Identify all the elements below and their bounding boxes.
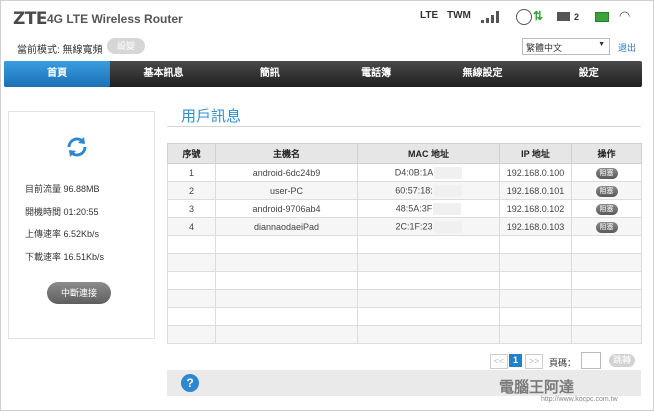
watermark-url: http://www.kocpc.com.tw bbox=[541, 396, 618, 403]
row-action: 阻塞 bbox=[571, 181, 642, 200]
table-row-empty bbox=[167, 307, 642, 326]
row-action: 阻塞 bbox=[571, 163, 642, 182]
tab-home[interactable]: 首頁 bbox=[4, 61, 111, 87]
help-icon[interactable]: ? bbox=[181, 374, 199, 392]
tab-basic-info[interactable]: 基本訊息 bbox=[110, 61, 216, 87]
row-ip: 192.168.0.101 bbox=[499, 181, 572, 200]
col-mac: MAC 地址 bbox=[357, 143, 500, 164]
upload-rate: 上傳速率 6.52Kb/s bbox=[25, 229, 100, 239]
tab-settings[interactable]: 設定 bbox=[536, 61, 642, 87]
table-row: 1 android-6dc24b9 D4:0B:1A 192.168.0.100… bbox=[167, 163, 642, 182]
router-admin-window: ZTE 4G LTE Wireless Router LTE TWM ⇅ 2 ◠… bbox=[0, 0, 654, 411]
row-no: 3 bbox=[167, 199, 216, 218]
disconnect-button[interactable]: 中斷連接 bbox=[47, 282, 111, 304]
redacted-mac bbox=[433, 220, 462, 233]
row-mac: 48:5A:3F bbox=[357, 199, 500, 218]
current-page[interactable]: 1 bbox=[509, 354, 522, 367]
col-action: 操作 bbox=[571, 143, 642, 164]
zte-logo: ZTE bbox=[13, 9, 48, 29]
table-row: 2 user-PC 60:57:18: 192.168.0.101 阻塞 bbox=[167, 181, 642, 200]
change-mode-button[interactable]: 設變 bbox=[107, 38, 145, 54]
traffic-stat: 目前流量 96.88MB bbox=[25, 184, 100, 194]
sms-count: 2 bbox=[574, 12, 580, 22]
tab-phonebook[interactable]: 電話簿 bbox=[323, 61, 429, 87]
mac-value: 2C:1F:23 bbox=[395, 220, 433, 231]
carrier-name: TWM bbox=[447, 10, 471, 21]
row-mac: 2C:1F:23 bbox=[357, 217, 500, 236]
current-mode: 當前模式: 無線寬頻 bbox=[17, 45, 103, 56]
block-button[interactable]: 阻塞 bbox=[595, 221, 618, 233]
redacted-mac bbox=[433, 184, 462, 197]
page-label: 頁碼： bbox=[549, 358, 577, 368]
row-mac: D4:0B:1A bbox=[357, 163, 500, 182]
table-row: 3 android-9706ab4 48:5A:3F 192.168.0.102… bbox=[167, 199, 642, 218]
product-name: 4G LTE Wireless Router bbox=[47, 12, 183, 26]
row-action: 阻塞 bbox=[571, 199, 642, 218]
row-ip: 192.168.0.103 bbox=[499, 217, 572, 236]
language-value: 繁體中文 bbox=[526, 43, 563, 53]
row-no: 4 bbox=[167, 217, 216, 236]
wifi-icon: ◠ bbox=[619, 8, 631, 23]
users-table: 序號 主機名 MAC 地址 IP 地址 操作 1 android-6dc24b9… bbox=[167, 143, 642, 344]
mac-value: D4:0B:1A bbox=[394, 166, 434, 177]
col-host: 主機名 bbox=[215, 143, 358, 164]
row-ip: 192.168.0.102 bbox=[499, 199, 572, 218]
table-row-empty bbox=[167, 289, 642, 308]
row-no: 1 bbox=[167, 163, 216, 182]
row-action: 阻塞 bbox=[571, 217, 642, 236]
redacted-mac bbox=[434, 166, 463, 179]
mail-icon[interactable] bbox=[557, 12, 570, 21]
block-button[interactable]: 阻塞 bbox=[595, 167, 618, 179]
main-nav: 首頁 基本訊息 簡訊 電話簿 無線設定 設定 bbox=[4, 61, 642, 87]
watermark-text: 電腦王阿達 bbox=[499, 379, 575, 396]
network-type: LTE bbox=[420, 10, 439, 21]
row-ip: 192.168.0.100 bbox=[499, 163, 572, 182]
prev-page-button[interactable]: << bbox=[490, 354, 508, 369]
tab-wireless-settings[interactable]: 無線設定 bbox=[429, 61, 535, 87]
col-ip: IP 地址 bbox=[499, 143, 572, 164]
battery-icon bbox=[595, 12, 609, 22]
uptime-stat: 開機時間 01:20:55 bbox=[25, 207, 99, 217]
row-host: android-6dc24b9 bbox=[215, 163, 358, 182]
page-title: 用戶訊息 bbox=[181, 108, 242, 125]
refresh-icon[interactable] bbox=[65, 135, 89, 159]
divider bbox=[167, 126, 641, 127]
block-button[interactable]: 阻塞 bbox=[595, 203, 618, 215]
block-button[interactable]: 阻塞 bbox=[595, 185, 618, 197]
status-panel: 目前流量 96.88MB 開機時間 01:20:55 上傳速率 6.52Kb/s… bbox=[8, 111, 155, 339]
table-header: 序號 主機名 MAC 地址 IP 地址 操作 bbox=[167, 143, 642, 164]
download-rate: 下載速率 16.51Kb/s bbox=[25, 252, 105, 262]
redacted-mac bbox=[433, 202, 462, 215]
language-select[interactable]: 繁體中文 ▼ bbox=[522, 38, 610, 55]
tab-sms[interactable]: 簡訊 bbox=[217, 61, 323, 87]
data-arrows-icon: ⇅ bbox=[533, 9, 544, 23]
logout-link[interactable]: 退出 bbox=[618, 41, 636, 54]
table-row: 4 diannaodaeiPad 2C:1F:23 192.168.0.103 … bbox=[167, 217, 642, 236]
table-row-empty bbox=[167, 235, 642, 254]
table-row-empty bbox=[167, 271, 642, 290]
page-input[interactable] bbox=[581, 352, 601, 369]
globe-icon bbox=[516, 9, 532, 25]
signal-icon bbox=[481, 11, 499, 23]
chevron-down-icon: ▼ bbox=[598, 41, 605, 48]
table-row-empty bbox=[167, 253, 642, 272]
go-button[interactable]: 跳轉 bbox=[609, 354, 635, 367]
row-no: 2 bbox=[167, 181, 216, 200]
row-host: diannaodaeiPad bbox=[215, 217, 358, 236]
row-host: user-PC bbox=[215, 181, 358, 200]
mac-value: 48:5A:3F bbox=[395, 202, 433, 213]
next-page-button[interactable]: >> bbox=[525, 354, 543, 369]
col-no: 序號 bbox=[167, 143, 216, 164]
table-row-empty bbox=[167, 325, 642, 344]
row-mac: 60:57:18: bbox=[357, 181, 500, 200]
row-host: android-9706ab4 bbox=[215, 199, 358, 218]
mac-value: 60:57:18: bbox=[395, 184, 433, 195]
